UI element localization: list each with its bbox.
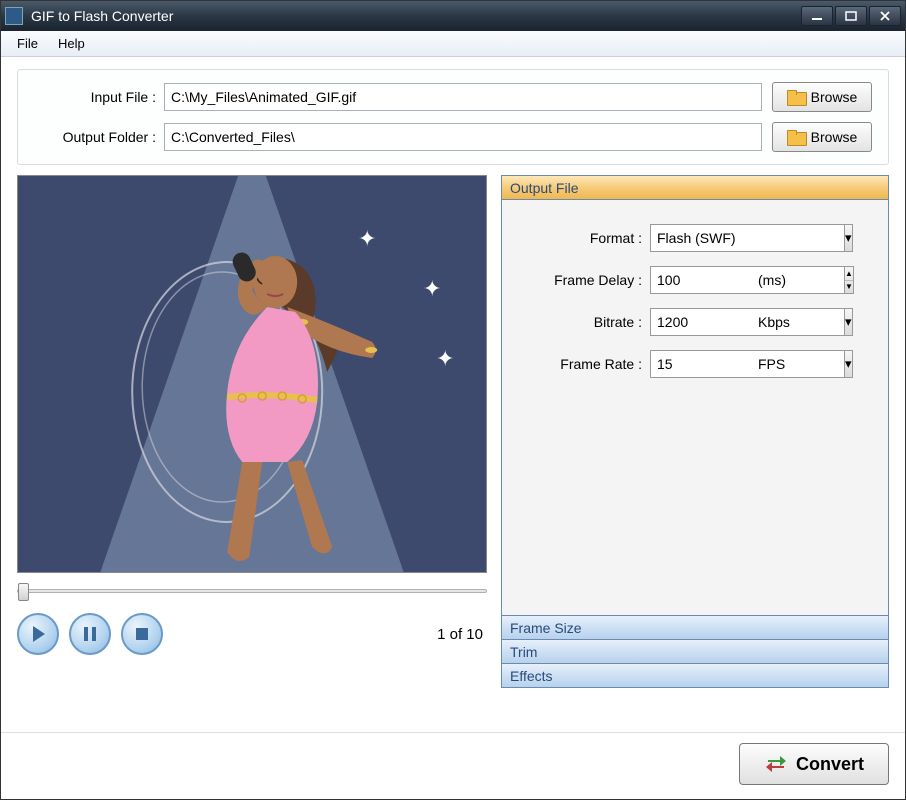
chevron-down-icon[interactable]: ▾: [845, 224, 853, 252]
accordion-frame-size[interactable]: Frame Size: [502, 615, 888, 639]
preview-pane: ✦ ✦ ✦: [17, 175, 487, 573]
main-area: ✦ ✦ ✦: [17, 175, 889, 720]
output-folder-field[interactable]: [164, 123, 762, 151]
frame-rate-row: Frame Rate : ▾ FPS: [520, 350, 870, 378]
convert-icon: [764, 754, 788, 774]
accordion-output-file[interactable]: Output File: [502, 176, 888, 200]
browse-output-button[interactable]: Browse: [772, 122, 872, 152]
format-row: Format : ▾: [520, 224, 870, 252]
file-panel: Input File : Browse Output Folder : Brow…: [17, 69, 889, 165]
accordion-trim[interactable]: Trim: [502, 639, 888, 663]
frame-rate-label: Frame Rate :: [520, 356, 650, 372]
minimize-button[interactable]: [801, 6, 833, 26]
accordion-effects[interactable]: Effects: [502, 663, 888, 687]
star-icon: ✦: [436, 346, 454, 372]
input-file-field[interactable]: [164, 83, 762, 111]
playback-controls: [17, 613, 163, 655]
output-file-panel: Format : ▾ Frame Delay : ▲▼: [502, 200, 888, 615]
play-button[interactable]: [17, 613, 59, 655]
titlebar[interactable]: GIF to Flash Converter: [1, 1, 905, 31]
window-controls: [801, 6, 901, 26]
convert-button[interactable]: Convert: [739, 743, 889, 785]
pause-button[interactable]: [69, 613, 111, 655]
frame-delay-value[interactable]: [650, 266, 845, 294]
playback-row: 1 of 10: [17, 613, 487, 655]
maximize-button[interactable]: [835, 6, 867, 26]
bitrate-row: Bitrate : ▾ Kbps: [520, 308, 870, 336]
frame-slider[interactable]: [17, 589, 487, 593]
frame-rate-value[interactable]: [650, 350, 845, 378]
app-window: GIF to Flash Converter File Help Input F…: [0, 0, 906, 800]
bitrate-select[interactable]: ▾: [650, 308, 750, 336]
format-label: Format :: [520, 230, 650, 246]
output-folder-label: Output Folder :: [34, 129, 164, 145]
input-file-label: Input File :: [34, 89, 164, 105]
folder-icon: [787, 130, 805, 144]
footer: Convert: [1, 732, 905, 799]
frame-delay-spinner[interactable]: ▲▼: [650, 266, 750, 294]
chevron-down-icon[interactable]: ▾: [845, 350, 853, 378]
frame-counter: 1 of 10: [437, 626, 487, 643]
menu-help[interactable]: Help: [50, 33, 93, 54]
frame-slider-row: [17, 581, 487, 601]
bitrate-unit: Kbps: [750, 314, 790, 330]
browse-label: Browse: [811, 129, 858, 145]
frame-delay-row: Frame Delay : ▲▼ (ms): [520, 266, 870, 294]
input-file-row: Input File : Browse: [34, 82, 872, 112]
menubar: File Help: [1, 31, 905, 57]
folder-icon: [787, 90, 805, 104]
browse-input-button[interactable]: Browse: [772, 82, 872, 112]
preview-column: ✦ ✦ ✦: [17, 175, 487, 720]
stop-button[interactable]: [121, 613, 163, 655]
menu-file[interactable]: File: [9, 33, 46, 54]
bitrate-label: Bitrate :: [520, 314, 650, 330]
output-folder-row: Output Folder : Browse: [34, 122, 872, 152]
frame-delay-unit: (ms): [750, 272, 786, 288]
content-area: Input File : Browse Output Folder : Brow…: [1, 57, 905, 732]
settings-column: Output File Format : ▾ Frame Delay :: [501, 175, 889, 720]
star-icon: ✦: [423, 276, 441, 302]
frame-rate-select[interactable]: ▾: [650, 350, 750, 378]
preview-image: [127, 212, 387, 572]
app-icon: [5, 7, 23, 25]
frame-rate-unit: FPS: [750, 356, 785, 372]
browse-label: Browse: [811, 89, 858, 105]
convert-label: Convert: [796, 754, 864, 775]
format-value[interactable]: [650, 224, 845, 252]
bitrate-value[interactable]: [650, 308, 845, 336]
frame-delay-label: Frame Delay :: [520, 272, 650, 288]
window-title: GIF to Flash Converter: [31, 8, 801, 24]
slider-thumb[interactable]: [18, 583, 29, 601]
format-select[interactable]: ▾: [650, 224, 780, 252]
close-button[interactable]: [869, 6, 901, 26]
settings-accordion: Output File Format : ▾ Frame Delay :: [501, 175, 889, 688]
chevron-down-icon[interactable]: ▾: [845, 308, 853, 336]
spinner-buttons[interactable]: ▲▼: [845, 266, 854, 294]
